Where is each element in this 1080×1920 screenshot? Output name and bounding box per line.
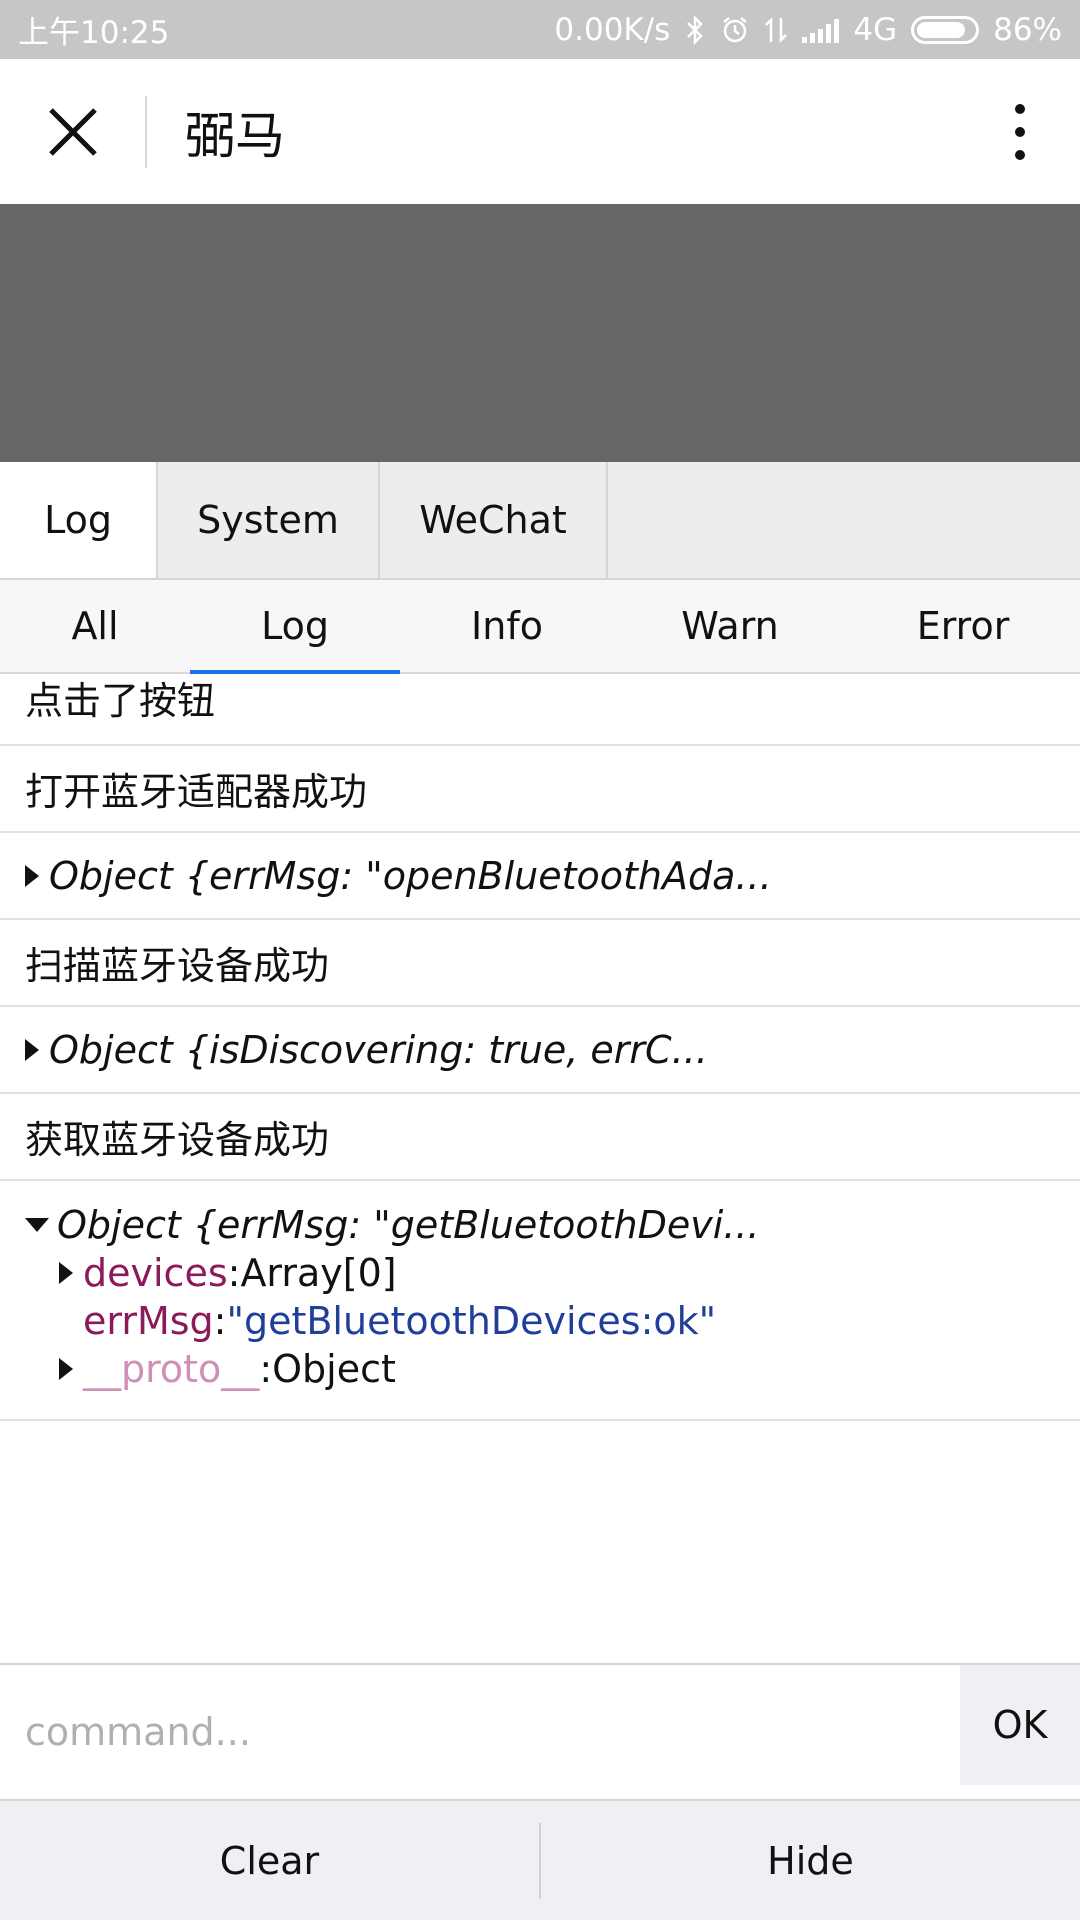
close-button[interactable] bbox=[0, 59, 145, 204]
page-title: 弼马 bbox=[185, 106, 285, 165]
filter-warn[interactable]: Warn bbox=[614, 580, 846, 672]
log-entry: 打开蓝牙适配器成功 bbox=[0, 746, 1080, 833]
log-entry-object[interactable]: Object {isDiscovering: true, errC... bbox=[0, 1007, 1080, 1094]
status-icons: 0.00K/s 4G 86% bbox=[554, 12, 1062, 48]
network-speed: 0.00K/s bbox=[554, 11, 671, 48]
log-entry: 点击了按钮 bbox=[0, 674, 1080, 746]
tab-wechat[interactable]: WeChat bbox=[380, 462, 608, 578]
page-content-area bbox=[0, 204, 1080, 462]
expand-arrow-icon[interactable] bbox=[25, 864, 39, 887]
tab-system[interactable]: System bbox=[158, 462, 380, 578]
bottom-toolbar: Clear Hide bbox=[0, 1801, 1080, 1920]
expand-arrow-icon[interactable] bbox=[59, 1262, 73, 1284]
log-list[interactable]: 点击了按钮 打开蓝牙适配器成功 Object {errMsg: "openBlu… bbox=[0, 674, 1080, 1664]
hide-button[interactable]: Hide bbox=[541, 1801, 1080, 1920]
data-transfer-icon bbox=[764, 15, 788, 45]
log-entry: 获取蓝牙设备成功 bbox=[0, 1094, 1080, 1181]
status-time: 上午10:25 bbox=[18, 15, 170, 51]
network-type: 4G bbox=[853, 11, 898, 48]
more-vertical-icon bbox=[1015, 103, 1025, 114]
object-property-errmsg: errMsg: "getBluetoothDevices:ok" bbox=[83, 1299, 717, 1343]
log-entry-object-expanded[interactable]: Object {errMsg: "getBluetoothDevi... dev… bbox=[0, 1181, 1080, 1421]
console-panel-tabs: Log System WeChat bbox=[0, 462, 1080, 580]
filter-log[interactable]: Log bbox=[190, 580, 400, 674]
more-options-button[interactable] bbox=[960, 59, 1080, 204]
navigation-bar: 弼马 bbox=[0, 59, 1080, 204]
log-entry-object[interactable]: Object {errMsg: "openBluetoothAda... bbox=[0, 833, 1080, 920]
close-icon bbox=[48, 107, 97, 156]
battery-percent: 86% bbox=[993, 11, 1062, 48]
filter-info[interactable]: Info bbox=[400, 580, 614, 672]
tab-log[interactable]: Log bbox=[0, 462, 158, 578]
command-input[interactable] bbox=[0, 1665, 960, 1799]
nav-divider bbox=[145, 95, 147, 168]
status-bar: 上午10:25 0.00K/s 4G 86% bbox=[0, 0, 1080, 59]
alarm-icon bbox=[720, 15, 750, 45]
collapse-arrow-icon[interactable] bbox=[25, 1218, 49, 1232]
filter-error[interactable]: Error bbox=[846, 580, 1080, 672]
screen: 上午10:25 0.00K/s 4G 86% 弼马 Log System WeC… bbox=[0, 0, 1080, 1920]
log-entry: 扫描蓝牙设备成功 bbox=[0, 920, 1080, 1007]
ok-button[interactable]: OK bbox=[960, 1665, 1080, 1785]
bluetooth-icon bbox=[684, 14, 706, 45]
expand-arrow-icon[interactable] bbox=[59, 1358, 73, 1380]
object-property-proto[interactable]: __proto__: Object bbox=[25, 1345, 1055, 1393]
expand-arrow-icon[interactable] bbox=[25, 1038, 39, 1061]
clear-button[interactable]: Clear bbox=[0, 1801, 539, 1920]
filter-all[interactable]: All bbox=[0, 580, 190, 672]
battery-icon bbox=[911, 15, 980, 44]
object-header[interactable]: Object {errMsg: "getBluetoothDevi... bbox=[25, 1201, 1055, 1249]
object-property-devices[interactable]: devices: Array[0] bbox=[25, 1249, 1055, 1297]
signal-icon bbox=[802, 17, 840, 43]
log-level-filter: All Log Info Warn Error bbox=[0, 580, 1080, 674]
command-bar: OK bbox=[0, 1663, 1080, 1801]
